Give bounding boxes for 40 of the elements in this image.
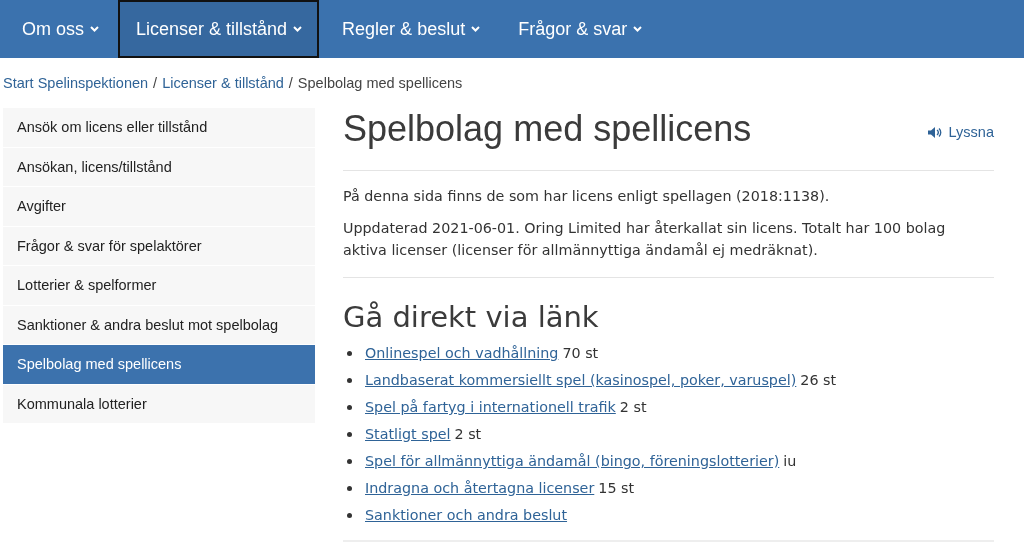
page-title: Spelbolag med spellicens [343, 108, 752, 150]
sidebar-item[interactable]: Spelbolag med spellicens [3, 345, 315, 385]
bullet-dot [347, 458, 352, 464]
count-text: 2 st [454, 426, 482, 442]
nav-menu-item[interactable]: Frågor & svar [499, 0, 660, 58]
section-link[interactable]: Spel för allmännyttiga ändamål (bingo, föreningslotterier) [365, 453, 780, 469]
nav-menu-item[interactable]: Licenser & tillstånd [118, 0, 320, 58]
count-text: 70 st [562, 345, 599, 361]
count-text: iu [783, 453, 797, 469]
breadcrumb-separator: / [153, 75, 158, 91]
nav-menu-item[interactable]: Regler & beslut [323, 0, 498, 58]
breadcrumb-current: Spelbolag med spellicens [297, 75, 463, 91]
bullet-dot [347, 377, 352, 383]
section-link[interactable]: Statligt spel [365, 426, 451, 442]
body-paragraph: På denna sida finns de som har licens enligt spellagen (2018:1138). [343, 187, 831, 206]
bullet-dot [347, 350, 352, 356]
count-text: 15 st [598, 480, 635, 496]
chevron-down-icon [90, 26, 99, 32]
speaker-icon [927, 126, 942, 138]
chevron-down-icon [293, 26, 303, 32]
section-link[interactable]: Sanktioner och andra beslut [365, 507, 568, 523]
bullet-dot [347, 431, 352, 437]
section-link[interactable]: Spel på fartyg i internationell trafik [365, 399, 616, 415]
nav-menu-item[interactable]: Om oss [3, 0, 116, 58]
breadcrumb-link[interactable]: Start Spelinspektionen [3, 75, 149, 91]
breadcrumb-link[interactable]: Licenser & tillstånd [162, 75, 284, 91]
chevron-down-icon [633, 26, 643, 32]
chevron-down-icon [471, 26, 481, 32]
count-text: 2 st [619, 399, 647, 415]
breadcrumb-separator: / [288, 75, 293, 91]
section-link[interactable]: Indragna och återtagna licenser [365, 480, 595, 496]
section-link[interactable]: Landbaserat kommersiellt spel (kasinospel, poker, varuspel) [365, 372, 797, 388]
section-heading: Gå direkt via länk [343, 300, 600, 334]
count-text: 26 st [800, 372, 837, 388]
listen-link[interactable]: Lyssna [927, 124, 994, 140]
bullet-dot [347, 404, 352, 410]
section-link[interactable]: Onlinespel och vadhållning [365, 345, 559, 361]
bullet-dot [347, 485, 352, 491]
bullet-dot [347, 512, 352, 518]
body-paragraph: Uppdaterad 2021-06-01. Oring Limited har återkallat sin licens. Totalt har 100 bolag aktiva licenser (licenser för allmännyttiga ändamål ej medräknat). [343, 219, 947, 260]
